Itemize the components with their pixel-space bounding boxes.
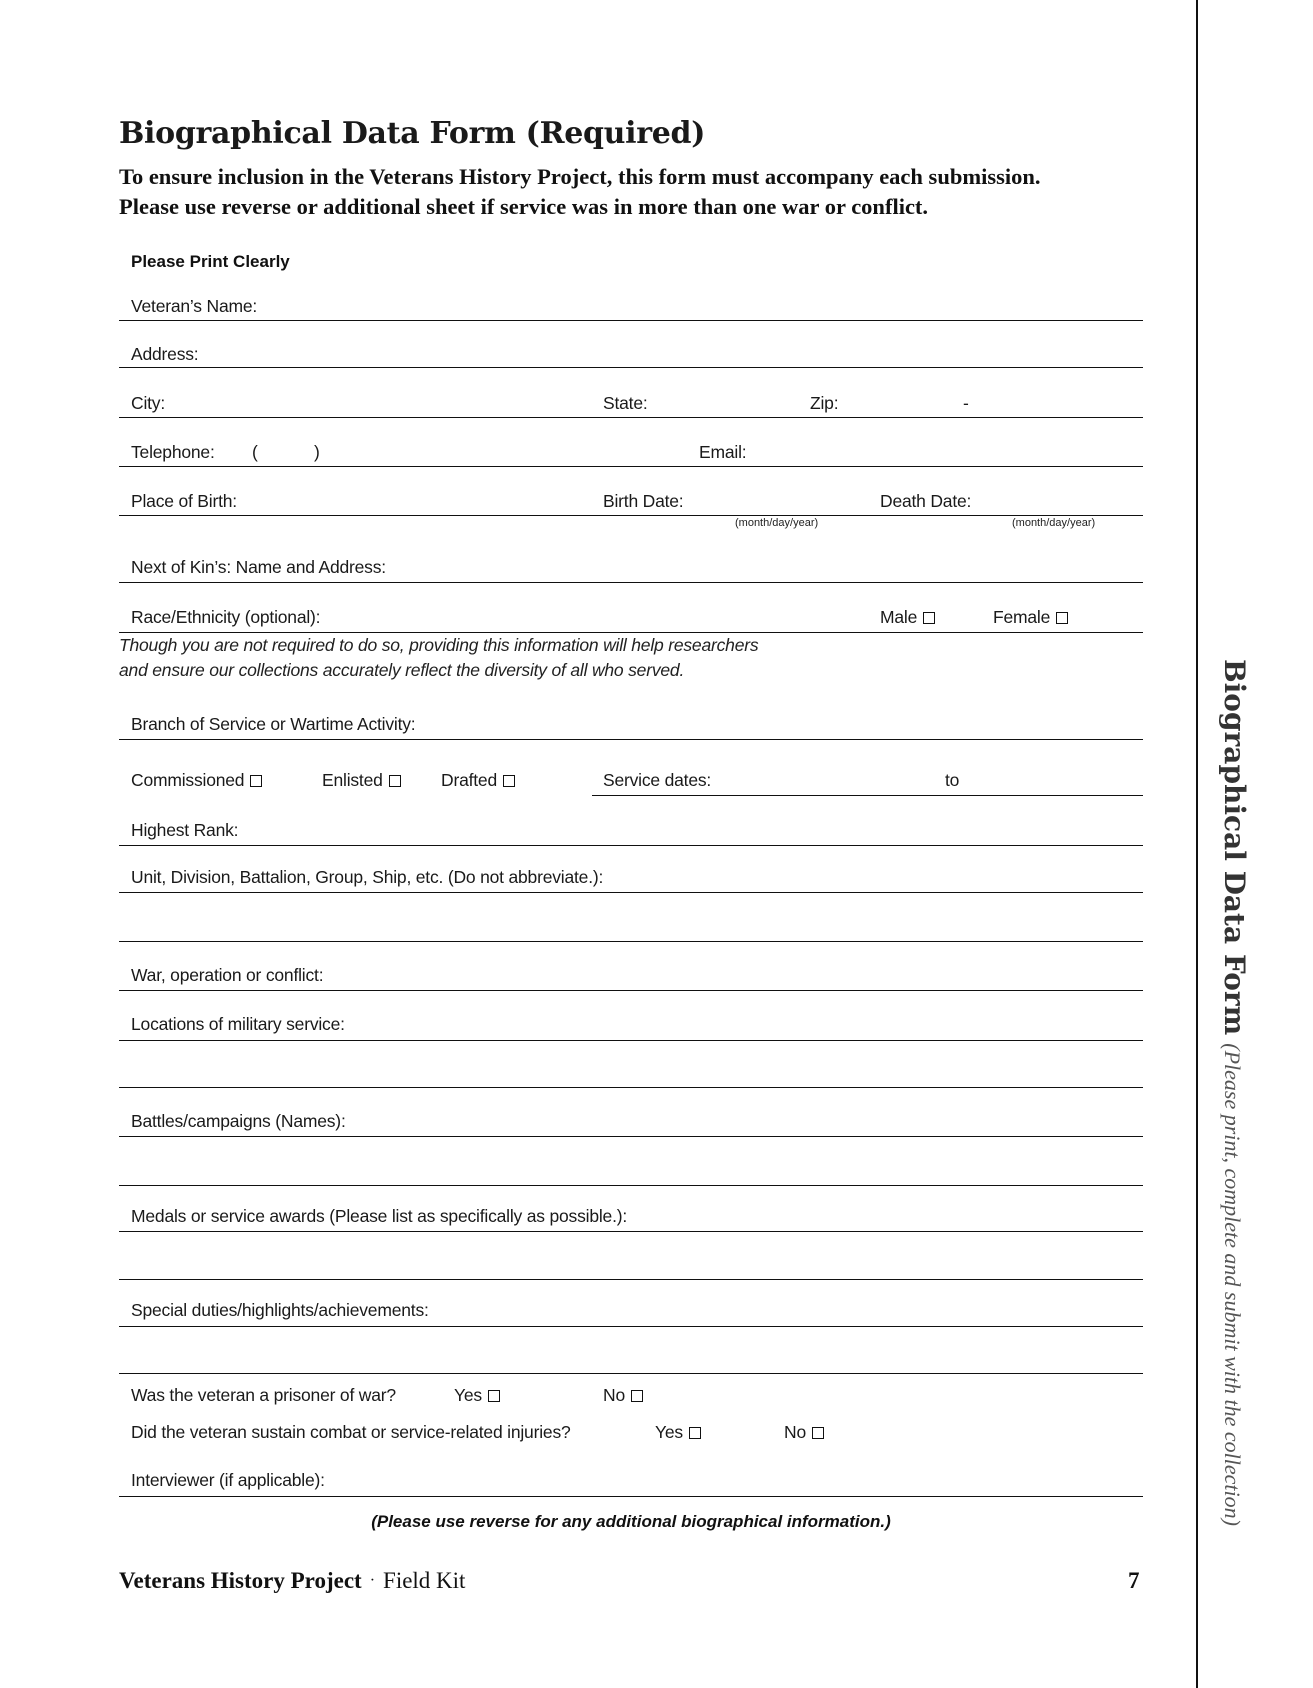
reverse-side-note: (Please use reverse for any additional b… <box>371 1512 891 1531</box>
female-option[interactable]: Female <box>993 607 1069 628</box>
service-dates-label: Service dates: <box>603 770 712 790</box>
pow-no-checkbox[interactable] <box>630 1390 643 1402</box>
birth-date-label: Birth Date: <box>603 491 684 511</box>
race-ethnicity-field[interactable] <box>119 632 1143 633</box>
pow-question: Was the veteran a prisoner of war? <box>131 1385 396 1405</box>
print-clearly-label: Please Print Clearly <box>131 252 290 271</box>
special-duties-label: Special duties/highlights/achievements: <box>131 1300 429 1320</box>
injury-question: Did the veteran sustain combat or servic… <box>131 1422 571 1442</box>
race-ethnicity-label: Race/Ethnicity (optional): <box>131 607 321 627</box>
zip-dash: - <box>963 393 969 413</box>
city-label: City: <box>131 393 166 413</box>
drafted-checkbox[interactable] <box>503 775 515 787</box>
side-tab: Biographical Data Form (Please print, com… <box>1201 659 1261 1529</box>
war-label: War, operation or conflict: <box>131 965 324 985</box>
telephone-label: Telephone: <box>131 442 215 462</box>
special-duties-field-line-1[interactable] <box>119 1326 1143 1327</box>
locations-label: Locations of military service: <box>131 1014 345 1034</box>
birth-date-hint: (month/day/year) <box>735 517 819 529</box>
enlisted-checkbox[interactable] <box>388 775 401 787</box>
male-checkbox[interactable] <box>923 612 936 624</box>
male-option[interactable]: Male <box>880 607 936 628</box>
death-date-label: Death Date: <box>880 491 972 511</box>
veterans-name-label: Veteran’s Name: <box>131 296 258 316</box>
locations-field-line-1[interactable] <box>119 1040 1143 1041</box>
place-of-birth-label: Place of Birth: <box>131 491 237 511</box>
address-label: Address: <box>131 344 199 364</box>
injury-no-label: No <box>784 1422 806 1442</box>
commissioned-checkbox[interactable] <box>250 775 263 787</box>
unit-label: Unit, Division, Battalion, Group, Ship, … <box>131 867 604 887</box>
footer: Veterans History Project · Field Kit <box>119 1568 465 1594</box>
pow-no-option[interactable]: No <box>603 1385 643 1406</box>
injury-yes-option[interactable]: Yes <box>655 1422 701 1443</box>
drafted-option[interactable]: Drafted <box>441 770 515 791</box>
side-divider <box>1196 0 1198 1688</box>
pow-yes-checkbox[interactable] <box>487 1390 500 1402</box>
diversity-note-line-1: Though you are not required to do so, pr… <box>119 635 759 655</box>
service-dates-to: to <box>945 770 960 790</box>
interviewer-field[interactable] <box>119 1496 1143 1497</box>
subtitle-line-2: Please use reverse or additional sheet i… <box>119 194 929 219</box>
birth-info-field[interactable] <box>119 515 1143 516</box>
medals-field-line-1[interactable] <box>119 1231 1143 1232</box>
footer-kit-name: Field Kit <box>383 1568 466 1593</box>
service-dates-field[interactable] <box>592 795 1143 796</box>
battles-field-line-1[interactable] <box>119 1136 1143 1137</box>
highest-rank-field[interactable] <box>119 845 1143 846</box>
medals-label: Medals or service awards (Please list as… <box>131 1206 628 1226</box>
next-of-kin-label: Next of Kin’s: Name and Address: <box>131 557 386 577</box>
telephone-open-paren: ( <box>252 442 258 462</box>
injury-no-option[interactable]: No <box>784 1422 824 1443</box>
injury-no-checkbox[interactable] <box>811 1427 824 1439</box>
side-tab-instruction: (Please print, complete and submit with … <box>1220 1043 1245 1526</box>
unit-field-line-2[interactable] <box>119 941 1143 942</box>
address-field[interactable] <box>119 367 1143 368</box>
page-number: 7 <box>1128 1568 1140 1593</box>
battles-label: Battles/campaigns (Names): <box>131 1111 346 1131</box>
war-field[interactable] <box>119 990 1143 991</box>
commissioned-label: Commissioned <box>131 770 245 790</box>
branch-label: Branch of Service or Wartime Activity: <box>131 714 416 734</box>
enlisted-label: Enlisted <box>322 770 383 790</box>
branch-field[interactable] <box>119 739 1143 740</box>
state-label: State: <box>603 393 648 413</box>
pow-yes-option[interactable]: Yes <box>454 1385 500 1406</box>
subtitle-line-1: To ensure inclusion in the Veterans Hist… <box>119 164 1041 189</box>
unit-field-line-1[interactable] <box>119 892 1143 893</box>
medals-field-line-2[interactable] <box>119 1279 1143 1280</box>
footer-separator: · <box>369 1572 376 1589</box>
battles-field-line-2[interactable] <box>119 1185 1143 1186</box>
special-duties-field-line-2[interactable] <box>119 1373 1143 1374</box>
pow-no-label: No <box>603 1385 625 1405</box>
side-tab-title: Biographical Data Form <box>1218 659 1251 1036</box>
drafted-label: Drafted <box>441 770 497 790</box>
next-of-kin-field[interactable] <box>119 582 1143 583</box>
pow-yes-label: Yes <box>454 1385 482 1405</box>
page-title: Biographical Data Form (Required) <box>119 116 706 151</box>
commissioned-option[interactable]: Commissioned <box>131 770 263 791</box>
injury-yes-label: Yes <box>655 1422 683 1442</box>
telephone-close-paren: ) <box>314 442 320 462</box>
female-label: Female <box>993 607 1051 627</box>
diversity-note-line-2: and ensure our collections accurately re… <box>119 660 685 680</box>
enlisted-option[interactable]: Enlisted <box>322 770 401 791</box>
injury-yes-checkbox[interactable] <box>688 1427 701 1439</box>
telephone-email-field[interactable] <box>119 466 1143 467</box>
female-checkbox[interactable] <box>1056 612 1069 624</box>
veterans-name-field[interactable] <box>119 320 1143 321</box>
footer-project-name: Veterans History Project <box>119 1568 362 1593</box>
city-state-zip-field[interactable] <box>119 417 1143 418</box>
interviewer-label: Interviewer (if applicable): <box>131 1470 325 1490</box>
male-label: Male <box>880 607 918 627</box>
death-date-hint: (month/day/year) <box>1012 517 1096 529</box>
zip-label: Zip: <box>810 393 839 413</box>
email-label: Email: <box>699 442 747 462</box>
highest-rank-label: Highest Rank: <box>131 820 239 840</box>
locations-field-line-2[interactable] <box>119 1087 1143 1088</box>
